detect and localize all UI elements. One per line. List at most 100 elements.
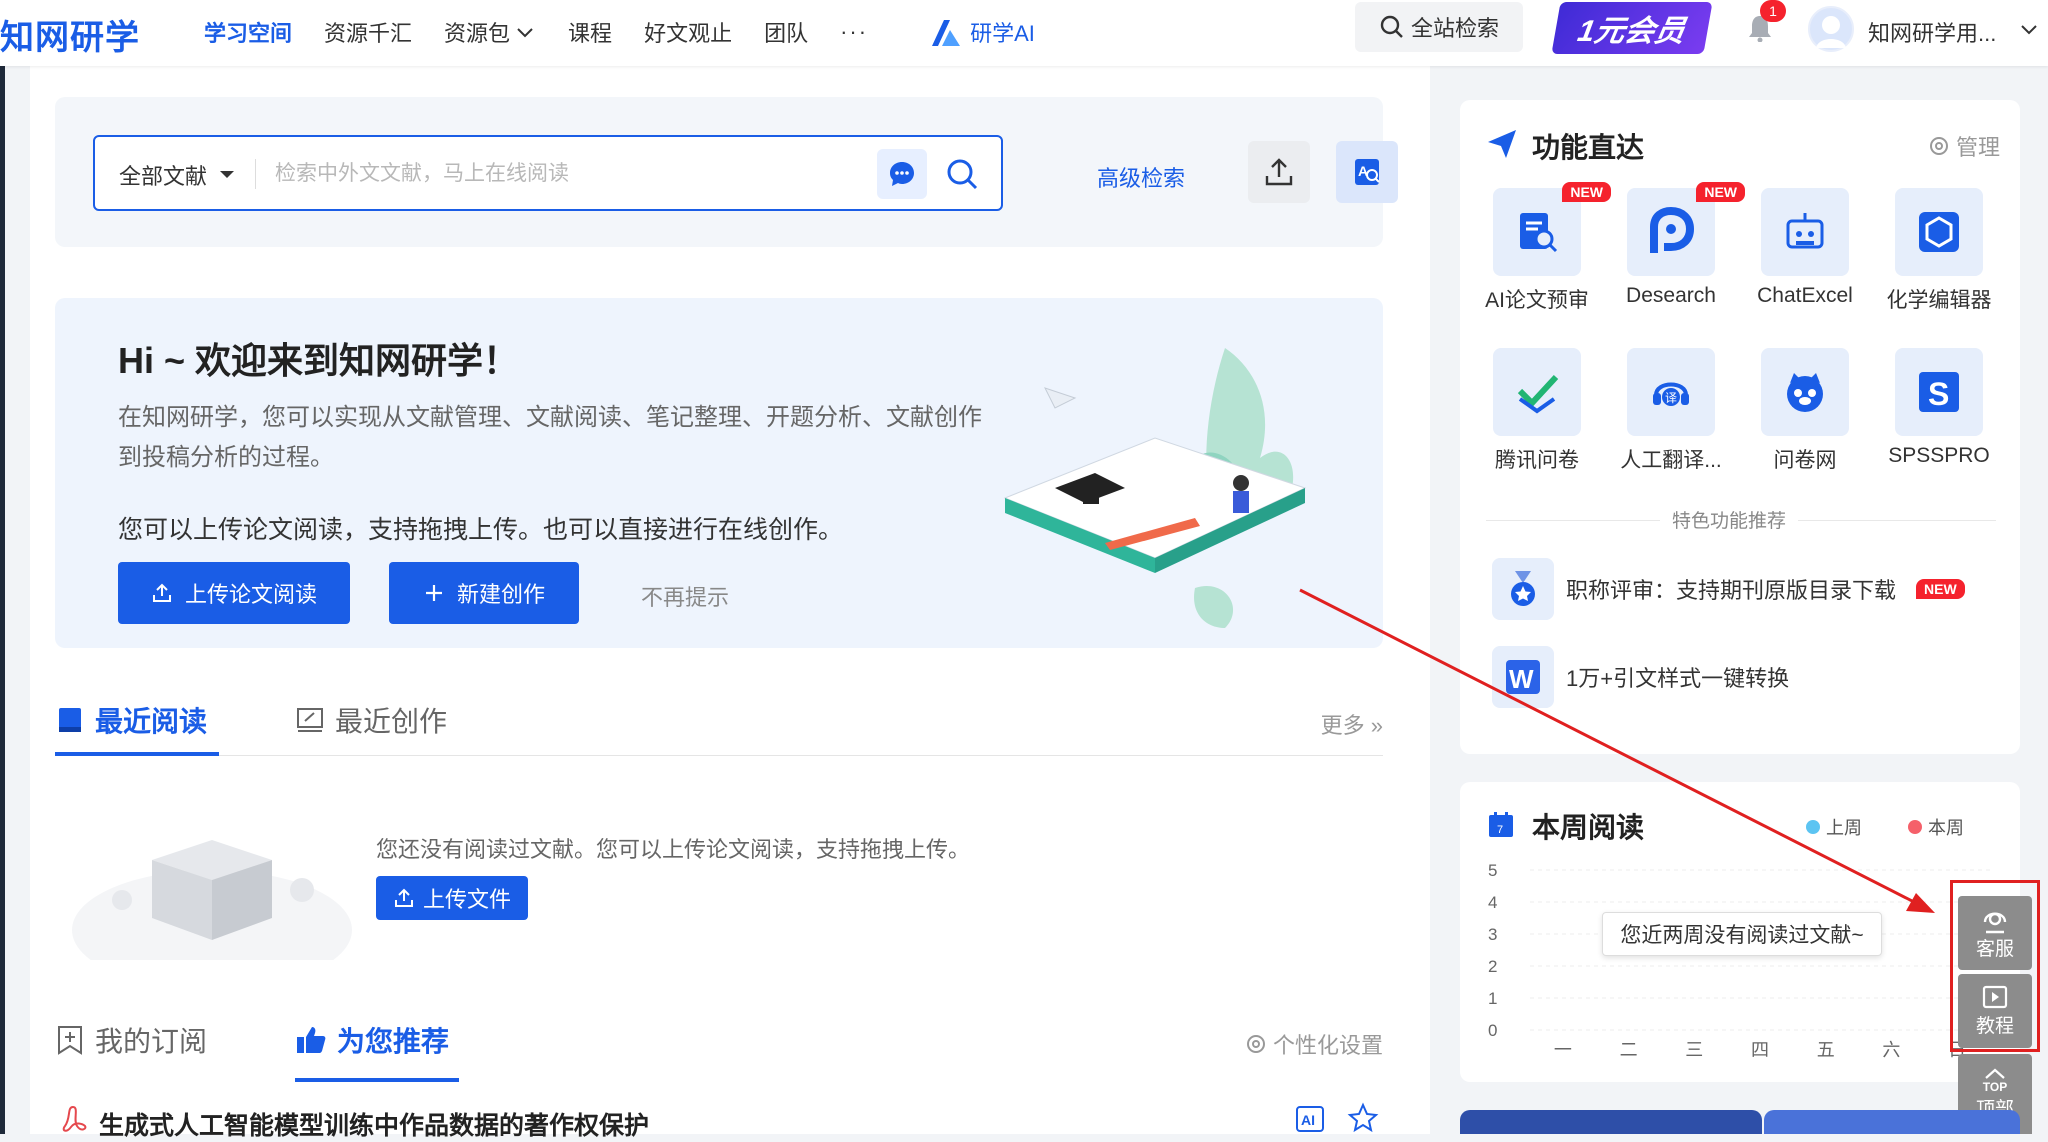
func-spsspro-label: SPSSPRO xyxy=(1888,444,1990,467)
func-chatexcel-label: ChatExcel xyxy=(1757,284,1853,307)
tab-recent-create[interactable]: 最近创作 xyxy=(295,700,447,740)
robot-icon xyxy=(1786,213,1824,249)
nav-courses[interactable]: 课程 xyxy=(568,16,612,48)
func-wenjuan-box xyxy=(1761,348,1849,436)
search-type-dropdown[interactable]: 全部文献 xyxy=(119,159,237,191)
tab-recommended[interactable]: 为您推荐 xyxy=(295,1020,449,1060)
func-chem-editor[interactable]: 化学编辑器 xyxy=(1874,188,2004,314)
tab-recent-read-label: 最近阅读 xyxy=(95,706,208,737)
featured-section-label: 特色功能推荐 xyxy=(1660,506,1799,533)
divider xyxy=(255,159,256,189)
x-tick-label: 三 xyxy=(1685,1040,1703,1058)
func-spsspro[interactable]: S SPSSPRO xyxy=(1874,348,2004,468)
more-link[interactable]: 更多 » xyxy=(1321,708,1383,740)
tab-my-subscription[interactable]: 我的订阅 xyxy=(55,1020,207,1060)
svg-text:S: S xyxy=(1928,376,1949,412)
func-human-translation[interactable]: 译 人工翻译... xyxy=(1606,348,1736,474)
welcome-description: 在知网研学，您可以实现从文献管理、文献阅读、笔记整理、开题分析、文献创作到投稿分… xyxy=(118,404,982,471)
chat-bubble-icon xyxy=(890,162,914,186)
nav-ai[interactable]: 研学AI xyxy=(928,16,1035,48)
more-label: 更多 xyxy=(1320,713,1365,738)
nav-team[interactable]: 团队 xyxy=(764,16,808,48)
y-tick-label: 1 xyxy=(1488,989,1497,1008)
rec-title-review-label: 职称评审：支持期刊原版目录下载 xyxy=(1566,578,1897,603)
chat-search-button[interactable] xyxy=(877,149,927,199)
weekly-reading-chart: 543210一二三四五六日 xyxy=(1488,861,1990,1058)
more-menu-icon[interactable]: ··· xyxy=(840,19,868,45)
dismiss-link[interactable]: 不再提示 xyxy=(641,580,729,612)
gear-icon xyxy=(1246,1035,1265,1053)
tutorial-label: 教程 xyxy=(1975,1015,2014,1037)
x-tick-label: 一 xyxy=(1554,1040,1572,1058)
new-creation-button[interactable]: 新建创作 xyxy=(389,562,579,624)
active-tab-indicator xyxy=(55,752,219,756)
func-tencent-survey[interactable]: 腾讯问卷 xyxy=(1472,348,1602,474)
search-type-label: 全部文献 xyxy=(119,164,208,189)
rec-title-review[interactable]: 职称评审：支持期刊原版目录下载 NEW xyxy=(1492,558,1965,620)
list-item[interactable]: 生成式人工智能模型训练中作品数据的著作权保护 AI xyxy=(55,1100,1383,1140)
avatar[interactable] xyxy=(1808,6,1854,52)
upload-file-button[interactable]: 上传文件 xyxy=(376,876,528,920)
word-icon: W xyxy=(1506,660,1540,694)
func-chatexcel-box xyxy=(1761,188,1849,276)
search-input[interactable] xyxy=(275,157,735,191)
func-tencent-survey-label: 腾讯问卷 xyxy=(1495,449,1579,472)
article-title[interactable]: 生成式人工智能模型训练中作品数据的著作权保护 xyxy=(99,1106,649,1142)
nav-resource-pack[interactable]: 资源包 xyxy=(444,16,536,48)
upload-icon xyxy=(152,583,171,602)
func-wenjuan[interactable]: 问卷网 xyxy=(1740,348,1870,474)
medal-icon xyxy=(1511,571,1535,606)
spsspro-logo-icon: S xyxy=(1919,372,1959,412)
document-search-icon: A xyxy=(1355,159,1380,185)
nav-ai-label: 研学AI xyxy=(970,21,1035,46)
upload-paper-button[interactable]: 上传论文阅读 xyxy=(118,562,350,624)
desearch-logo-icon xyxy=(1650,206,1695,253)
star-icon[interactable] xyxy=(1347,1102,1379,1134)
gear-icon xyxy=(1929,137,1948,155)
logo[interactable]: 知网研学 xyxy=(0,10,140,59)
search-icon xyxy=(947,159,978,190)
nav-good-articles[interactable]: 好文观止 xyxy=(644,16,732,48)
upload-button[interactable] xyxy=(1248,141,1310,203)
y-tick-label: 2 xyxy=(1488,957,1497,976)
recent-tabs: 最近阅读 最近创作 更多 » xyxy=(55,690,1383,756)
legend-this-week: 本周 xyxy=(1908,814,1964,840)
chart-tooltip: 您近两周没有阅读过文献~ xyxy=(1602,912,1882,956)
global-search-button[interactable]: 全站检索 xyxy=(1355,2,1523,52)
search-icon xyxy=(1380,15,1403,38)
func-ai-review[interactable]: NEW AI论文预审 xyxy=(1472,182,1611,314)
svg-text:W: W xyxy=(1509,664,1534,694)
legend-last-week: 上周 xyxy=(1806,814,1862,840)
calendar-icon: 7 xyxy=(1489,812,1513,837)
username[interactable]: 知网研学用... xyxy=(1868,16,1996,48)
vip-banner[interactable]: 1元会员 xyxy=(1551,2,1713,54)
advanced-search-link[interactable]: 高级检索 xyxy=(1097,161,1185,193)
ai-read-icon[interactable]: AI xyxy=(1295,1104,1325,1134)
upload-paper-label: 上传论文阅读 xyxy=(184,582,317,607)
rec-citation-convert[interactable]: W 1万+引文样式一键转换 xyxy=(1492,646,1789,708)
tab-my-subscription-label: 我的订阅 xyxy=(95,1026,208,1057)
promo-banner[interactable] xyxy=(1764,1110,2020,1134)
manage-link[interactable]: 管理 xyxy=(1928,130,2000,162)
personalize-settings-link[interactable]: 个性化设置 xyxy=(1245,1028,1383,1060)
chevron-down-icon[interactable] xyxy=(2018,18,2040,40)
plus-icon xyxy=(425,585,442,601)
nav-study-space[interactable]: 学习空间 xyxy=(204,16,292,48)
tab-recent-read[interactable]: 最近阅读 xyxy=(55,700,207,740)
back-to-top-en-label: TOP xyxy=(1982,1079,2008,1094)
manage-label: 管理 xyxy=(1955,135,2000,160)
tutorial-button[interactable]: 教程 xyxy=(1958,974,2032,1048)
active-tab-indicator xyxy=(295,1078,459,1082)
headset-translate-icon: 译 xyxy=(1653,382,1689,406)
rec-title-review-icon-box xyxy=(1492,558,1554,620)
user-avatar-icon xyxy=(1816,16,1846,48)
search-box: 全部文献 xyxy=(93,135,1003,211)
func-chatexcel[interactable]: ChatExcel xyxy=(1740,188,1870,308)
nav-resources[interactable]: 资源千汇 xyxy=(324,16,412,48)
promo-banner[interactable] xyxy=(1460,1110,1762,1134)
search-button[interactable] xyxy=(937,149,987,199)
upload-icon xyxy=(394,888,413,907)
func-desearch[interactable]: NEW Desearch xyxy=(1606,182,1745,308)
customer-service-button[interactable]: 客服 xyxy=(1958,896,2032,970)
image-search-button[interactable]: A xyxy=(1336,141,1398,203)
